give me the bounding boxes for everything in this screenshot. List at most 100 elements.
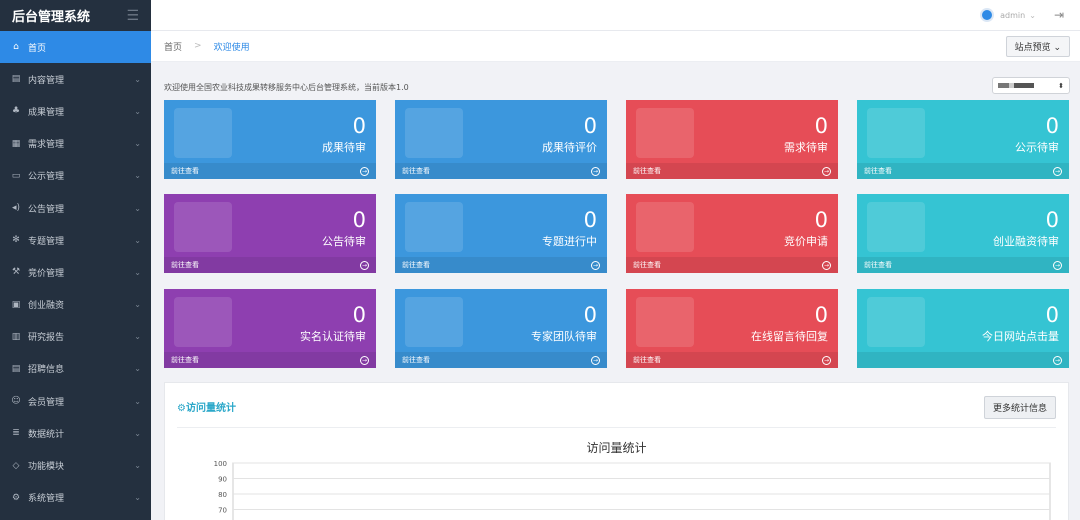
site-select[interactable]: ⬍ [992,77,1070,94]
home-icon: ⌂ [13,42,19,53]
y-tick-label: 100 [214,460,227,468]
arrow-right-icon[interactable]: → [591,260,600,270]
card-footer[interactable]: 前往查看 → [395,163,607,179]
sidebar: 后台管理系统 ☰ ⌂ 首页 ▤ 内容管理 ⌄ ♣ 成果管理 ⌄ ▦ 需求管理 ⌄ ▭ 公示管理 ⌄ ◂) 公告… [0,0,151,520]
card-watermark-icon [174,202,232,252]
sidebar-item-2[interactable]: ♣ 成果管理 ⌄ [0,95,151,127]
sidebar-item-1[interactable]: ▤ 内容管理 ⌄ [0,63,151,95]
card-link[interactable]: 前往查看 [402,260,430,270]
sidebar-item-9[interactable]: ▥ 研究报告 ⌄ [0,321,151,353]
chevron-down-icon[interactable]: ⌄ [1029,11,1036,20]
card-footer[interactable]: 前往查看 → [164,352,376,368]
stat-card[interactable]: 0 今日网站点击量 → [857,289,1069,368]
sidebar-item-label: 首页 [28,43,47,54]
card-link[interactable]: 前往查看 [633,260,661,270]
card-footer[interactable]: 前往查看 → [626,163,838,179]
username[interactable]: admin [1000,11,1025,20]
card-footer[interactable]: 前往查看 → [626,257,838,273]
plot-frame [232,462,1051,520]
stat-card[interactable]: 0 公告待审 前往查看 → [164,194,376,273]
card-value: 0 [814,208,828,232]
sidebar-item-label: 专题管理 [28,236,65,247]
card-link[interactable]: 前往查看 [402,355,430,365]
stat-card[interactable]: 0 成果待评价 前往查看 → [395,100,607,179]
arrow-right-icon[interactable]: → [1053,260,1062,270]
stat-card[interactable]: 0 成果待审 前往查看 → [164,100,376,179]
card-link[interactable]: 前往查看 [171,166,199,176]
sidebar-item-label: 系统管理 [28,494,65,505]
sidebar-item-label: 成果管理 [28,107,65,118]
arrow-right-icon[interactable]: → [822,355,831,365]
sidebar-item-label: 招聘信息 [28,365,65,376]
arrow-right-icon[interactable]: → [360,260,369,270]
brand-title: 后台管理系统 [12,10,91,25]
logout-icon[interactable]: ⇥ [1054,8,1064,22]
card-footer[interactable]: 前往查看 → [626,352,838,368]
stat-card[interactable]: 0 专家团队待审 前往查看 → [395,289,607,368]
chevron-down-icon: ⌄ [134,428,141,438]
card-link[interactable]: 前往查看 [633,166,661,176]
hamburger-icon[interactable]: ☰ [126,8,139,24]
arrow-right-icon[interactable]: → [822,260,831,270]
card-link[interactable]: 前往查看 [864,166,892,176]
sidebar-item-6[interactable]: ✻ 专题管理 ⌄ [0,224,151,256]
card-link[interactable]: 前往查看 [171,355,199,365]
card-footer[interactable]: 前往查看 → [857,257,1069,273]
stat-card[interactable]: 0 实名认证待审 前往查看 → [164,289,376,368]
card-watermark-icon [174,297,232,347]
stat-card[interactable]: 0 公示待审 前往查看 → [857,100,1069,179]
arrow-right-icon[interactable]: → [591,166,600,176]
sidebar-item-11[interactable]: ☺ 会员管理 ⌄ [0,385,151,417]
card-footer[interactable]: 前往查看 → [857,163,1069,179]
card-link[interactable]: 前往查看 [171,260,199,270]
sidebar-item-12[interactable]: ≣ 数据统计 ⌄ [0,417,151,449]
card-link[interactable]: 前往查看 [864,260,892,270]
card-footer[interactable]: 前往查看 → [395,352,607,368]
sidebar-item-14[interactable]: ⚙ 系统管理 ⌄ [0,482,151,514]
card-title: 需求待审 [784,141,828,154]
card-footer[interactable]: 前往查看 → [164,257,376,273]
card-footer[interactable]: → [857,352,1069,368]
sidebar-item-4[interactable]: ▭ 公示管理 ⌄ [0,160,151,192]
card-value: 0 [1045,114,1059,138]
briefcase-icon: ▣ [11,299,21,310]
sidebar-item-0[interactable]: ⌂ 首页 [0,31,151,64]
arrow-right-icon[interactable]: → [1053,355,1062,365]
monitor-icon: ▭ [11,170,21,181]
avatar[interactable] [980,8,995,22]
sidebar-item-7[interactable]: ⚒ 竞价管理 ⌄ [0,256,151,288]
card-title: 创业融资待审 [993,235,1059,248]
sidebar-item-13[interactable]: ◇ 功能模块 ⌄ [0,449,151,481]
arrow-right-icon[interactable]: → [591,355,600,365]
sidebar-item-8[interactable]: ▣ 创业融资 ⌄ [0,289,151,321]
stats-panel: ⚙访问量统计 更多统计信息 访问量统计 100 90 80 70 [164,382,1069,520]
sidebar-item-label: 研究报告 [28,333,65,344]
sidebar-item-5[interactable]: ◂) 公告管理 ⌄ [0,192,151,224]
breadcrumb-separator: > [194,41,202,51]
chevron-down-icon: ⌄ [134,364,141,374]
sidebar-item-label: 公告管理 [28,204,65,215]
breadcrumb-current: 欢迎使用 [213,42,250,53]
card-link[interactable]: 前往查看 [633,355,661,365]
stat-card[interactable]: 0 在线留言待回复 前往查看 → [626,289,838,368]
card-link[interactable]: 前往查看 [402,166,430,176]
newspaper-icon: ▤ [11,363,21,374]
site-preview-button[interactable]: 站点预览 ⌄ [1005,36,1070,57]
stat-card[interactable]: 0 创业融资待审前往查看 → [857,194,1069,273]
card-footer[interactable]: 前往查看 → [164,163,376,179]
breadcrumb-home[interactable]: 首页 [164,40,182,53]
arrow-right-icon[interactable]: → [822,166,831,176]
sidebar-item-label: 需求管理 [28,140,65,151]
arrow-right-icon[interactable]: → [360,355,369,365]
sidebar-item-3[interactable]: ▦ 需求管理 ⌄ [0,128,151,160]
card-watermark-icon [636,108,694,158]
arrow-right-icon[interactable]: → [360,166,369,176]
card-value: 0 [1045,303,1059,327]
sidebar-item-10[interactable]: ▤ 招聘信息 ⌄ [0,353,151,385]
stat-card[interactable]: 0 专题进行中 前往查看 → [395,194,607,273]
card-footer[interactable]: 前往查看 → [395,257,607,273]
card-value: 0 [1045,208,1059,232]
stat-card[interactable]: 0 竞价申请 前往查看 → [626,194,838,273]
stat-card[interactable]: 0 需求待审 前往查看 → [626,100,838,179]
arrow-right-icon[interactable]: → [1053,166,1062,176]
